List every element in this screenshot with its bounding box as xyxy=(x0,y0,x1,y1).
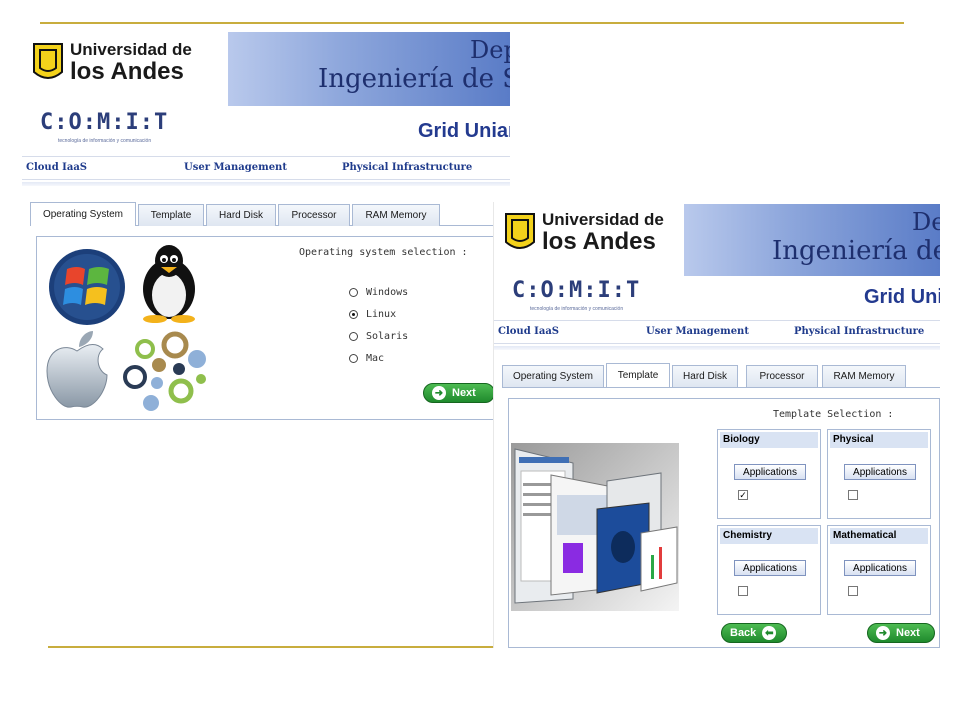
menu-cloud-iaas[interactable]: Cloud IaaS xyxy=(26,162,87,173)
apple-logo-icon[interactable] xyxy=(41,329,113,411)
applications-button-physical[interactable]: Applications xyxy=(844,464,916,480)
template-card-mathematical: Mathematical Applications xyxy=(827,525,931,615)
software-collage-image xyxy=(511,443,679,611)
next-button[interactable]: ➜ Next xyxy=(867,623,935,643)
radio-button-selected[interactable] xyxy=(349,310,358,319)
template-selection-heading: Template Selection : xyxy=(773,409,894,420)
menu-physical-infrastructure[interactable]: Physical Infrastructure xyxy=(794,326,924,337)
linux-penguin-icon[interactable] xyxy=(133,241,205,323)
university-name-line1: Universidad de xyxy=(70,40,192,59)
grid-title-text: Grid Unia xyxy=(864,286,940,308)
comit-tagline: tecnología de información y comunicación xyxy=(530,306,624,312)
tab-operating-system[interactable]: Operating System xyxy=(502,365,604,387)
radio-label-windows: Windows xyxy=(366,287,409,298)
tab-processor[interactable]: Processor xyxy=(278,204,350,226)
arrow-right-icon: ➜ xyxy=(432,386,446,400)
arrow-right-icon: ➜ xyxy=(876,626,890,640)
template-name-mathematical: Mathematical xyxy=(830,528,928,544)
tab-ram-memory[interactable]: RAM Memory xyxy=(352,204,440,226)
tab-template[interactable]: Template xyxy=(606,363,670,387)
department-text: Dep xyxy=(470,36,510,64)
checkbox-biology-checked[interactable]: ✓ xyxy=(738,490,748,500)
university-name-line2: los Andes xyxy=(70,58,184,85)
applications-button-mathematical[interactable]: Applications xyxy=(844,560,916,576)
template-content-area: Template Selection : Biology Application… xyxy=(508,398,940,648)
department-text: De xyxy=(912,208,940,236)
template-selection-screenshot: Universidad de los Andes De Ingeniería d… xyxy=(494,202,940,648)
tab-hard-disk[interactable]: Hard Disk xyxy=(672,365,738,387)
university-shield-icon xyxy=(33,43,63,79)
menu-user-management[interactable]: User Management xyxy=(646,326,749,337)
template-card-biology: Biology Applications ✓ xyxy=(717,429,821,519)
tab-template[interactable]: Template xyxy=(138,204,204,226)
engineering-text: Ingeniería de S xyxy=(318,64,510,94)
applications-button-biology[interactable]: Applications xyxy=(734,464,806,480)
menu-stripe xyxy=(494,346,940,350)
tab-ram-memory[interactable]: RAM Memory xyxy=(822,365,906,387)
menu-cloud-iaas[interactable]: Cloud IaaS xyxy=(498,326,559,337)
template-name-physical: Physical xyxy=(830,432,928,448)
solaris-logo-icon[interactable] xyxy=(121,329,211,413)
os-selection-screenshot: Universidad de los Andes Dep Ingeniería … xyxy=(22,32,510,420)
radio-label-solaris: Solaris xyxy=(366,331,409,342)
radio-windows[interactable]: Windows xyxy=(349,287,408,298)
radio-button[interactable] xyxy=(349,288,358,297)
windows-logo-icon[interactable] xyxy=(45,247,129,327)
tab-hard-disk[interactable]: Hard Disk xyxy=(206,204,276,226)
radio-button[interactable] xyxy=(349,332,358,341)
tab-baseline xyxy=(502,387,940,388)
engineering-text: Ingeniería de xyxy=(772,236,940,266)
tab-processor[interactable]: Processor xyxy=(746,365,818,387)
menu-user-management[interactable]: User Management xyxy=(184,162,287,173)
radio-label-mac: Mac xyxy=(366,353,385,364)
back-button[interactable]: Back ⬅ xyxy=(721,623,787,643)
radio-label-linux: Linux xyxy=(366,309,397,320)
template-name-chemistry: Chemistry xyxy=(720,528,818,544)
radio-solaris[interactable]: Solaris xyxy=(349,331,408,342)
university-name-line1: Universidad de xyxy=(542,210,664,229)
radio-button[interactable] xyxy=(349,354,358,363)
applications-button-chemistry[interactable]: Applications xyxy=(734,560,806,576)
template-name-biology: Biology xyxy=(720,432,818,448)
template-card-chemistry: Chemistry Applications xyxy=(717,525,821,615)
arrow-left-icon: ⬅ xyxy=(762,626,777,640)
checkbox-chemistry[interactable] xyxy=(738,586,748,596)
comit-logo: C:O:M:I:T xyxy=(40,110,169,135)
university-name-line2: los Andes xyxy=(542,228,656,255)
back-label: Back xyxy=(730,627,757,639)
radio-linux[interactable]: Linux xyxy=(349,309,396,320)
main-menu: Cloud IaaS User Management Physical Infr… xyxy=(22,156,510,180)
tab-operating-system[interactable]: Operating System xyxy=(30,202,136,226)
checkbox-physical[interactable] xyxy=(848,490,858,500)
comit-logo: C:O:M:I:T xyxy=(512,278,641,303)
template-card-physical: Physical Applications xyxy=(827,429,931,519)
os-content-area: Operating system selection : Windows Lin… xyxy=(36,236,510,420)
next-button[interactable]: ➜ Next xyxy=(423,383,495,403)
menu-physical-infrastructure[interactable]: Physical Infrastructure xyxy=(342,162,472,173)
next-label: Next xyxy=(896,627,920,639)
grid-title-text: Grid Uniar xyxy=(418,120,510,142)
next-label: Next xyxy=(452,387,476,399)
main-menu: Cloud IaaS User Management Physical Infr… xyxy=(494,320,940,344)
os-selection-heading: Operating system selection : xyxy=(299,247,468,258)
university-shield-icon xyxy=(505,213,535,249)
menu-stripe xyxy=(22,182,510,186)
comit-tagline: tecnología de información y comunicación xyxy=(58,138,152,144)
top-rule xyxy=(40,22,904,24)
radio-mac[interactable]: Mac xyxy=(349,353,384,364)
checkbox-mathematical[interactable] xyxy=(848,586,858,596)
